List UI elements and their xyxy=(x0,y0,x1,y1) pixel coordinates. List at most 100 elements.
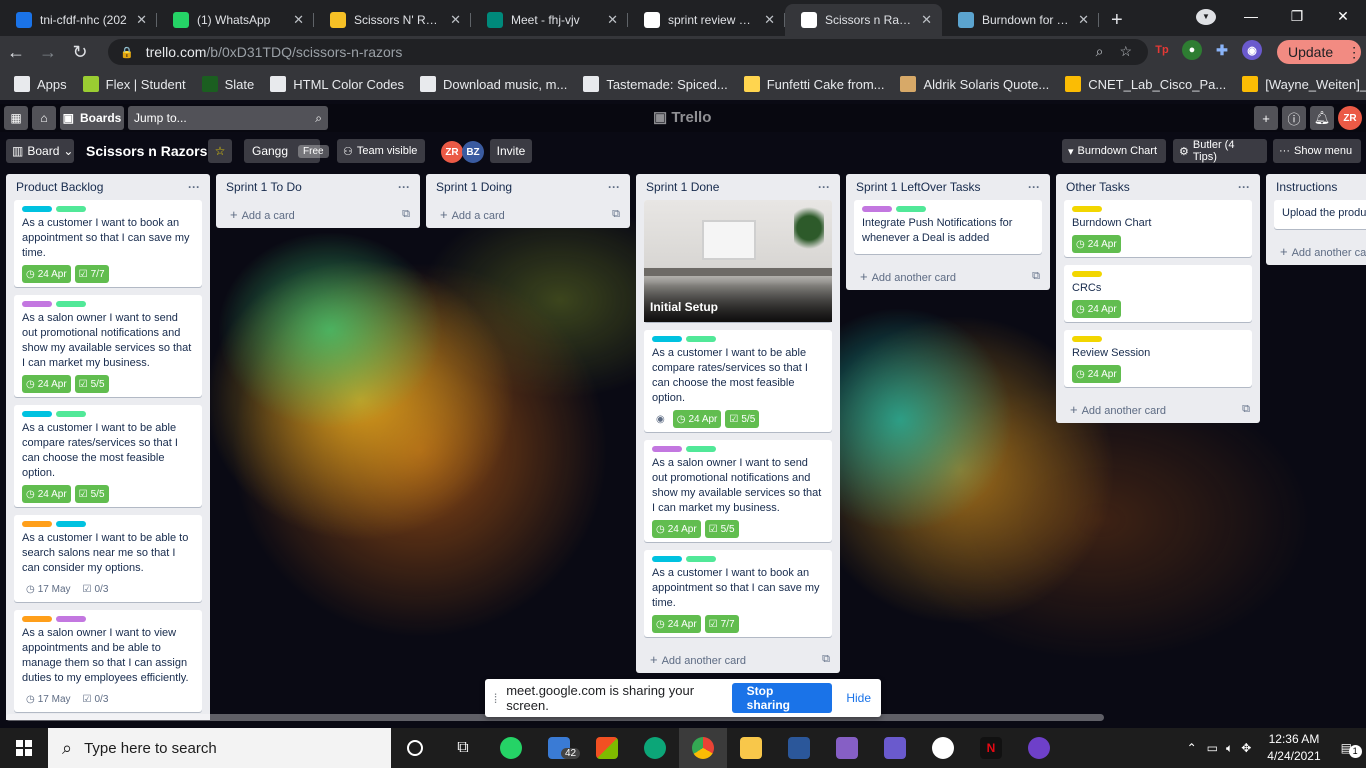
dropbox-icon[interactable]: ✥ xyxy=(1237,741,1255,755)
member-avatar-bz[interactable]: BZ xyxy=(462,141,484,163)
due-date-badge[interactable]: ◷ 24 Apr xyxy=(672,410,722,428)
extensions-puzzle-icon[interactable]: ✚ xyxy=(1212,40,1232,60)
list-menu-icon[interactable]: ··· xyxy=(818,180,830,194)
bookmark-item[interactable]: Flex | Student xyxy=(82,76,186,92)
card-label[interactable] xyxy=(686,446,716,452)
card-label[interactable] xyxy=(1072,271,1102,277)
due-date-badge[interactable]: ◷ 17 May xyxy=(22,580,75,598)
card-label[interactable] xyxy=(1072,206,1102,212)
card-label[interactable] xyxy=(22,616,52,622)
bookmark-item[interactable]: Download music, m... xyxy=(420,76,567,92)
card-label[interactable] xyxy=(56,411,86,417)
card[interactable]: Upload the produc xyxy=(1274,200,1366,229)
card[interactable]: Burndown Chart ◷ 24 Apr xyxy=(1064,200,1252,257)
github-icon[interactable] xyxy=(1015,728,1063,768)
minimize-icon[interactable]: — xyxy=(1228,0,1274,32)
card[interactable]: Review Session ◷ 24 Apr xyxy=(1064,330,1252,387)
netflix-icon[interactable]: N xyxy=(967,728,1015,768)
close-tab-icon[interactable]: ✕ xyxy=(921,12,932,28)
star-board-icon[interactable]: ☆ xyxy=(208,139,232,163)
card-label[interactable] xyxy=(56,616,86,622)
card-label[interactable] xyxy=(686,336,716,342)
board-view-switcher[interactable]: ▥ Board ⌄ xyxy=(6,139,74,163)
burndown-chart-button[interactable]: ▾ Burndown Chart xyxy=(1062,139,1166,163)
card-label[interactable] xyxy=(652,446,682,452)
info-icon[interactable]: ⓘ xyxy=(1282,106,1306,130)
bookmark-item[interactable]: HTML Color Codes xyxy=(270,76,404,92)
due-date-badge[interactable]: ◷ 24 Apr xyxy=(1072,365,1121,383)
list-header[interactable]: Product Backlog ··· xyxy=(6,174,210,200)
close-tab-icon[interactable]: ✕ xyxy=(1078,12,1089,28)
bookmark-item[interactable]: Tastemade: Spiced... xyxy=(583,76,728,92)
extension-person-icon[interactable]: ● xyxy=(1182,40,1202,60)
list-menu-icon[interactable]: ··· xyxy=(1238,180,1250,194)
bookmark-item[interactable]: [Wayne_Weiten]_Ps... xyxy=(1242,76,1366,92)
bookmark-star-icon[interactable]: ☆ xyxy=(1119,43,1132,60)
app-circle-icon[interactable] xyxy=(919,728,967,768)
close-window-icon[interactable]: ✕ xyxy=(1320,0,1366,32)
browser-tab[interactable]: Burndown for Tre ✕ xyxy=(942,4,1099,36)
card[interactable]: As a customer I want to be able to searc… xyxy=(14,515,202,602)
stop-sharing-button[interactable]: Stop sharing xyxy=(731,683,833,713)
card-labels[interactable] xyxy=(862,206,1034,212)
browser-tab[interactable]: Scissors n Razors ✕ xyxy=(785,4,942,36)
card-label[interactable] xyxy=(56,301,86,307)
word-icon[interactable] xyxy=(775,728,823,768)
card-labels[interactable] xyxy=(652,336,824,342)
action-center-icon[interactable]: ▤ 1 xyxy=(1333,741,1366,758)
board-name[interactable]: Scissors n Razors xyxy=(80,139,213,163)
card-labels[interactable] xyxy=(22,301,194,307)
add-card-button[interactable]: + Add another card ⧉ xyxy=(1056,395,1260,423)
mail-icon[interactable]: 42 xyxy=(535,728,583,768)
invite-button[interactable]: Invite xyxy=(490,139,532,163)
forward-icon[interactable]: → xyxy=(32,42,64,63)
add-card-button[interactable]: + Add another card ⧉ xyxy=(846,262,1050,290)
drag-handle-icon[interactable]: ⁞ xyxy=(485,691,506,706)
gamepad-icon[interactable] xyxy=(871,728,919,768)
zoom-icon[interactable]: ⌕ xyxy=(1096,43,1104,60)
card-label[interactable] xyxy=(686,556,716,562)
list-header[interactable]: Sprint 1 To Do ··· xyxy=(216,174,420,200)
browser-tab[interactable]: (1) WhatsApp ✕ xyxy=(157,4,314,36)
new-tab-button[interactable]: + xyxy=(1099,4,1135,36)
card-labels[interactable] xyxy=(22,616,194,622)
show-menu-button[interactable]: ··· Show menu xyxy=(1273,139,1361,163)
card-labels[interactable] xyxy=(652,556,824,562)
card-labels[interactable] xyxy=(22,411,194,417)
due-date-badge[interactable]: ◷ 24 Apr xyxy=(652,615,701,633)
task-view-icon[interactable]: ⧉ xyxy=(439,728,487,768)
edge-icon[interactable] xyxy=(631,728,679,768)
card[interactable]: As a salon owner I want to send out prom… xyxy=(14,295,202,397)
taskbar-search[interactable]: ⌕ Type here to search xyxy=(48,728,391,768)
update-button[interactable]: Update ⋮ xyxy=(1277,40,1361,64)
team-button[interactable]: Gangg Free xyxy=(244,139,329,163)
close-tab-icon[interactable]: ✕ xyxy=(136,12,147,28)
list-header[interactable]: Instructions··· xyxy=(1266,174,1366,200)
due-date-badge[interactable]: ◷ 24 Apr xyxy=(1072,235,1121,253)
clock[interactable]: 12:36 AM 4/24/2021 xyxy=(1255,731,1332,765)
card-template-icon[interactable]: ⧉ xyxy=(612,208,620,221)
cortana-icon[interactable] xyxy=(391,728,439,768)
card-label[interactable] xyxy=(652,556,682,562)
notifications-bell-icon[interactable]: 🔔︎ xyxy=(1310,106,1334,130)
due-date-badge[interactable]: ◷ 24 Apr xyxy=(22,375,71,393)
card[interactable]: As a customer I want to book an appointm… xyxy=(14,200,202,287)
whatsapp-icon[interactable] xyxy=(487,728,535,768)
card[interactable]: CRCs ◷ 24 Apr xyxy=(1064,265,1252,322)
close-tab-icon[interactable]: ✕ xyxy=(764,12,775,28)
back-icon[interactable]: ← xyxy=(0,42,32,63)
restore-icon[interactable]: ❐ xyxy=(1274,0,1320,32)
browser-tab[interactable]: Scissors N' Razors ✕ xyxy=(314,4,471,36)
card-template-icon[interactable]: ⧉ xyxy=(1032,270,1040,283)
start-button[interactable] xyxy=(0,728,48,768)
card-label[interactable] xyxy=(1072,336,1102,342)
due-date-badge[interactable]: ◷ 17 May xyxy=(22,690,75,708)
card-label[interactable] xyxy=(56,521,86,527)
card-labels[interactable] xyxy=(22,206,194,212)
due-date-badge[interactable]: ◷ 24 Apr xyxy=(652,520,701,538)
card[interactable]: As a salon owner I want to send out prom… xyxy=(644,440,832,542)
card[interactable]: As a customer I want to book an appointm… xyxy=(644,550,832,637)
card-label[interactable] xyxy=(862,206,892,212)
bookmark-item[interactable]: Slate xyxy=(201,76,254,92)
list-menu-icon[interactable]: ··· xyxy=(1028,180,1040,194)
